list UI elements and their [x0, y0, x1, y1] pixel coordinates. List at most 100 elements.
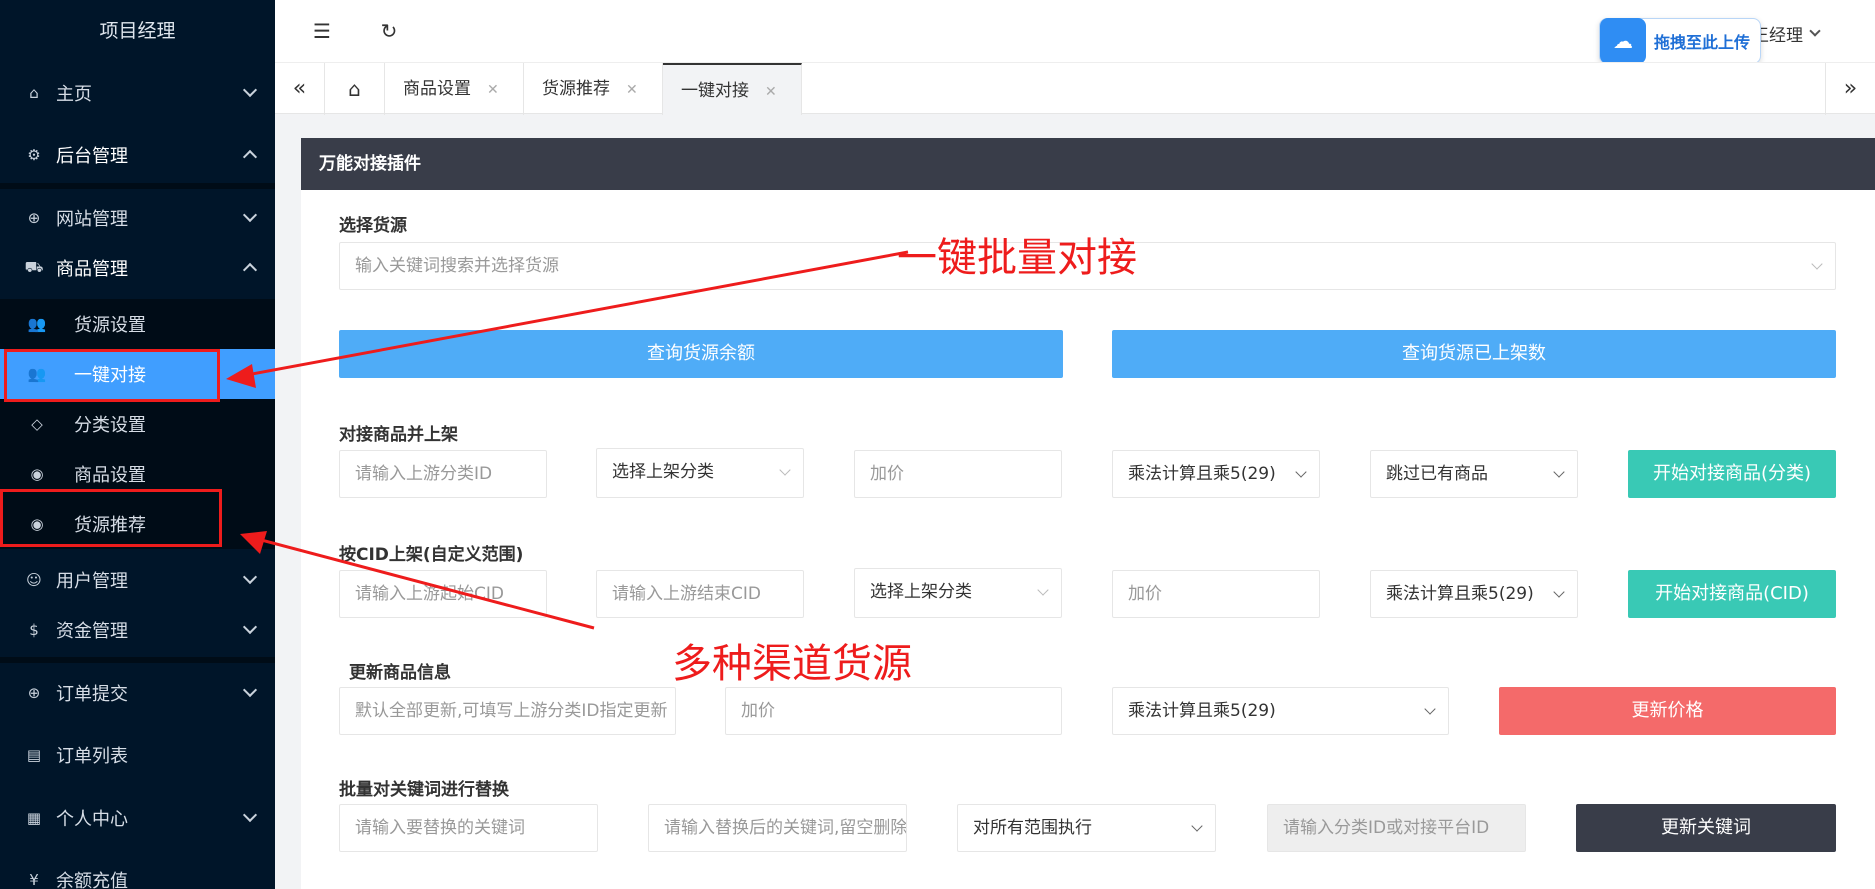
source-search-placeholder: 输入关键词搜索并选择货源 [355, 256, 559, 276]
sidebar-item-label: 订单提交 [56, 684, 128, 705]
home-icon: ⌂ [29, 84, 39, 102]
cid-listing-category-select[interactable]: 选择上架分类 [854, 568, 1062, 618]
close-icon[interactable]: ✕ [626, 82, 638, 98]
annotation-box-source-recommend [0, 489, 222, 547]
cid-markup-input[interactable]: 加价 [1112, 570, 1320, 618]
calc-mode-select[interactable]: 乘法计算且乘5(29) [1112, 450, 1320, 498]
sidebar-item-label: 商品设置 [74, 465, 146, 486]
annotation-box-one-click [4, 349, 220, 402]
update-calc-mode-select[interactable]: 乘法计算且乘5(29) [1112, 687, 1449, 735]
update-markup-input[interactable]: 加价 [725, 687, 1062, 735]
collapse-menu-icon[interactable]: ☰ [309, 18, 335, 44]
tab-home-icon[interactable]: ⌂ [325, 63, 385, 115]
chevron-down-icon [242, 619, 258, 635]
start-connect-category-button[interactable]: 开始对接商品(分类) [1628, 450, 1836, 498]
gear-icon: ⚙ [27, 146, 41, 164]
update-section-label: 更新商品信息 [349, 663, 451, 683]
tab-goods-settings[interactable]: 商品设置 ✕ [385, 63, 524, 115]
sidebar-item-goods[interactable]: ⛟ 商品管理 [0, 243, 275, 293]
panel-title: 万能对接插件 [301, 138, 1875, 190]
select-value: 跳过已有商品 [1386, 464, 1488, 484]
keyword-find-input[interactable]: 请输入要替换的关键词 [339, 804, 598, 852]
cid-calc-mode-select[interactable]: 乘法计算且乘5(29) [1370, 570, 1578, 618]
tab-source-recommend[interactable]: 货源推荐 ✕ [524, 63, 663, 115]
connect-section-label: 对接商品并上架 [339, 425, 458, 445]
close-icon[interactable]: ✕ [765, 84, 777, 100]
upstream-category-id-input[interactable]: 请输入上游分类ID [339, 450, 547, 498]
sidebar-item-label: 余额充值 [56, 871, 128, 889]
chevron-down-icon [1809, 25, 1821, 37]
user-icon: ☺ [26, 571, 42, 589]
tag-icon: ◇ [31, 415, 43, 433]
start-cid-input[interactable]: 请输入上游起始CID [339, 570, 547, 618]
yen-icon: ¥ [29, 871, 39, 889]
sidebar-item-home[interactable]: ⌂ 主页 [0, 68, 275, 118]
keyword-replace-input[interactable]: 请输入替换后的关键词,留空删除 [648, 804, 907, 852]
select-value: 乘法计算且乘5(29) [1128, 701, 1276, 721]
tabs-scroll-left-icon[interactable]: « [275, 63, 325, 115]
chevron-up-icon [242, 149, 258, 165]
sidebar-item-users[interactable]: ☺ 用户管理 [0, 555, 275, 605]
query-balance-button[interactable]: 查询货源余额 [339, 330, 1063, 378]
tab-bar: « ⌂ 商品设置 ✕ 货源推荐 ✕ 一键对接 ✕ » [275, 62, 1875, 115]
chevron-down-icon [1037, 584, 1049, 596]
tab-one-click[interactable]: 一键对接 ✕ [663, 63, 802, 115]
tabs-scroll-right-icon[interactable]: » [1825, 63, 1875, 115]
skip-mode-select[interactable]: 跳过已有商品 [1370, 450, 1578, 498]
select-value: 乘法计算且乘5(29) [1386, 584, 1534, 604]
end-cid-input[interactable]: 请输入上游结束CID [596, 570, 804, 618]
drag-upload-badge[interactable]: ☁ 拖拽至此上传 [1599, 18, 1761, 64]
sidebar-item-admin[interactable]: ⚙ 后台管理 [0, 130, 275, 180]
refresh-icon[interactable]: ↻ [376, 18, 402, 44]
cloud-icon: ☁ [1600, 18, 1646, 64]
sidebar-item-label: 商品管理 [56, 259, 128, 280]
sidebar-item-personal[interactable]: ▦ 个人中心 [0, 793, 275, 843]
upload-badge-label: 拖拽至此上传 [1654, 33, 1751, 52]
chevron-down-icon [779, 464, 791, 476]
query-listed-button[interactable]: 查询货源已上架数 [1112, 330, 1836, 378]
close-icon[interactable]: ✕ [487, 82, 499, 98]
annotation-batch-text: 一键批量对接 [897, 235, 1137, 281]
chevron-down-icon [242, 569, 258, 585]
sidebar-item-label: 后台管理 [56, 146, 128, 167]
users-icon: 👥 [27, 315, 47, 333]
sidebar-brand: 项目经理 [99, 20, 176, 42]
select-value: 选择上架分类 [870, 582, 972, 602]
listing-category-select[interactable]: 选择上架分类 [596, 448, 804, 498]
sidebar-item-recharge[interactable]: ¥ 余额充值 [0, 855, 275, 889]
sidebar-item-label: 订单列表 [56, 746, 128, 767]
sidebar: 项目经理 ⌂ 主页 ⚙ 后台管理 ⊕ 网站管理 ⛟ 商品管理 👥 货源设置 👥 … [0, 0, 275, 889]
sidebar-item-funds[interactable]: $ 资金管理 [0, 605, 275, 655]
cart-icon: ⛟ [24, 258, 44, 276]
chevron-down-icon [242, 82, 258, 98]
sidebar-subitem-category[interactable]: ◇ 分类设置 [0, 399, 275, 449]
keyword-id-input[interactable]: 请输入分类ID或对接平台ID [1267, 804, 1526, 852]
keyword-section-label: 批量对关键词进行替换 [339, 780, 509, 800]
chevron-up-icon [242, 262, 258, 278]
sidebar-item-label: 网站管理 [56, 209, 128, 230]
sidebar-item-label: 个人中心 [56, 809, 128, 830]
sidebar-item-order-submit[interactable]: ⊕ 订单提交 [0, 668, 275, 718]
document-icon: ▤ [26, 746, 42, 764]
annotation-channels-text: 多种渠道货源 [672, 641, 912, 687]
update-price-button[interactable]: 更新价格 [1499, 687, 1836, 735]
chevron-down-icon [1191, 820, 1203, 832]
update-category-input[interactable]: 默认全部更新,可填写上游分类ID指定更新 [339, 687, 676, 735]
select-value: 乘法计算且乘5(29) [1128, 464, 1276, 484]
send-icon: ⊕ [27, 684, 41, 702]
radio-icon: ◉ [30, 465, 44, 483]
start-connect-cid-button[interactable]: 开始对接商品(CID) [1628, 570, 1836, 618]
select-value: 选择上架分类 [612, 462, 714, 482]
keyword-scope-select[interactable]: 对所有范围执行 [957, 804, 1216, 852]
chevron-down-icon [1424, 703, 1436, 715]
sidebar-subitem-source-settings[interactable]: 👥 货源设置 [0, 299, 275, 349]
tab-label: 一键对接 [681, 81, 749, 101]
chevron-down-icon [242, 807, 258, 823]
markup-input[interactable]: 加价 [854, 450, 1062, 498]
sidebar-item-label: 主页 [56, 84, 92, 105]
sidebar-item-site[interactable]: ⊕ 网站管理 [0, 193, 275, 243]
update-keyword-button[interactable]: 更新关键词 [1576, 804, 1836, 852]
cid-section-label: 按CID上架(自定义范围) [339, 545, 524, 565]
sidebar-item-label: 资金管理 [56, 621, 128, 642]
sidebar-item-order-list[interactable]: ▤ 订单列表 [0, 730, 275, 780]
